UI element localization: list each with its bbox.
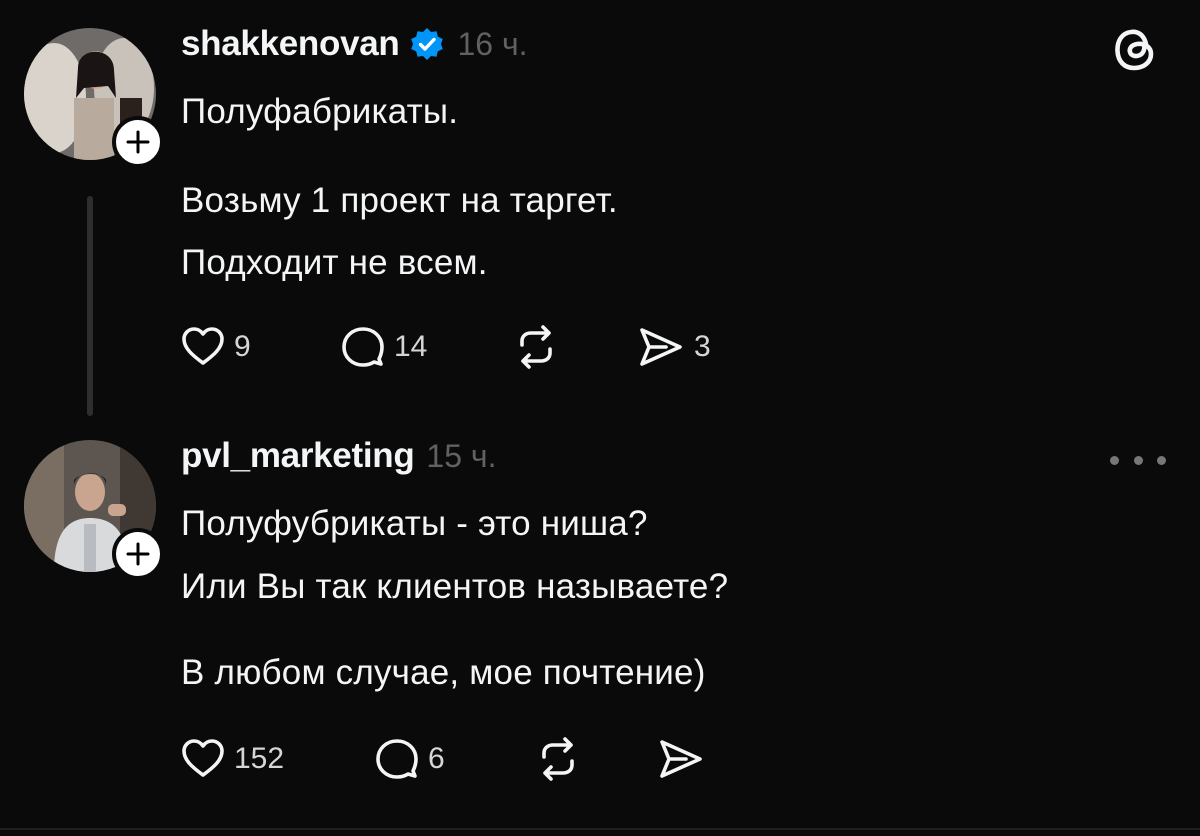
thread-connector-line — [87, 196, 93, 416]
threads-logo-icon[interactable] — [1108, 22, 1164, 78]
username[interactable]: pvl_marketing — [181, 436, 415, 476]
post-time: 15 ч. — [426, 437, 497, 474]
follow-button[interactable] — [112, 116, 164, 168]
more-dots-icon — [1157, 455, 1166, 465]
post-header: shakkenovan 16 ч. — [181, 20, 528, 68]
like-button[interactable]: 9 — [180, 322, 251, 372]
verified-badge-icon — [411, 28, 444, 60]
share-button[interactable] — [656, 734, 706, 784]
comment-count: 6 — [428, 742, 445, 775]
post-text-line: Полуфубрикаты - это ниша? — [181, 504, 648, 543]
username[interactable]: shakkenovan — [181, 24, 400, 64]
comment-button[interactable]: 6 — [374, 734, 445, 784]
send-icon — [640, 328, 682, 366]
post-text-line: Возьму 1 проект на таргет. — [181, 181, 618, 220]
post-text-line: Или Вы так клиентов называете? — [181, 567, 729, 606]
heart-icon — [182, 739, 224, 777]
repost-button[interactable] — [534, 734, 582, 784]
author-avatar-container[interactable] — [24, 28, 164, 168]
share-button[interactable]: 3 — [636, 322, 711, 372]
more-dots-icon — [1133, 455, 1143, 465]
plus-icon — [126, 130, 150, 154]
comment-count: 14 — [394, 330, 428, 363]
repost-icon — [520, 325, 552, 369]
comment-bubble-icon — [376, 739, 418, 779]
like-button[interactable]: 152 — [180, 734, 284, 784]
send-icon — [660, 740, 702, 778]
repost-icon — [542, 737, 574, 781]
comment-button[interactable]: 14 — [340, 322, 427, 372]
post-text-line: В любом случае, мое почтение) — [181, 653, 706, 692]
post-text-line: Полуфабрикаты. — [181, 92, 459, 131]
author-avatar-container[interactable] — [24, 440, 164, 580]
comment-bubble-icon — [342, 327, 384, 367]
heart-icon — [182, 327, 224, 365]
post-header: pvl_marketing 15 ч. — [181, 432, 496, 480]
post-time: 16 ч. — [457, 25, 528, 62]
share-count: 3 — [694, 330, 711, 363]
more-options-button[interactable] — [1110, 446, 1166, 474]
plus-icon — [126, 542, 150, 566]
like-count: 9 — [234, 330, 251, 363]
repost-button[interactable] — [512, 322, 560, 372]
follow-button[interactable] — [112, 528, 164, 580]
like-count: 152 — [234, 742, 285, 775]
divider — [0, 828, 1200, 830]
more-dots-icon — [1110, 455, 1119, 465]
post-text-line: Подходит не всем. — [181, 243, 488, 282]
